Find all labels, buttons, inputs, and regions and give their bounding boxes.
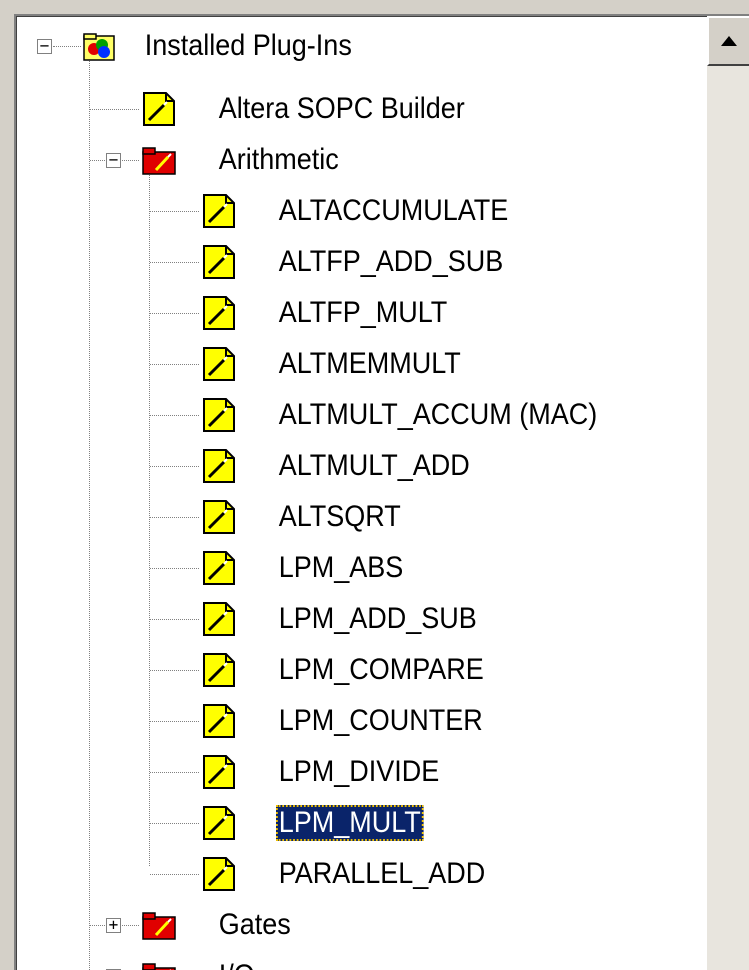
node-label-lpm-abs[interactable]: LPM_ABS	[276, 550, 406, 586]
wizard-document-icon	[203, 398, 235, 432]
scrollbar-track[interactable]	[707, 66, 749, 970]
scroll-up-button[interactable]	[707, 16, 749, 66]
node-label-arithmetic[interactable]: Arithmetic	[216, 142, 341, 178]
node-label-i-o[interactable]: I/O	[216, 958, 257, 970]
node-label-altmult-add[interactable]: ALTMULT_ADD	[276, 448, 472, 484]
wizard-folder-icon	[142, 147, 176, 175]
tree-line-lpm-counter	[150, 721, 199, 722]
node-label-altaccumulate[interactable]: ALTACCUMULATE	[276, 193, 511, 229]
wizard-document-icon	[203, 857, 235, 891]
expander-arithmetic[interactable]: −	[106, 152, 121, 168]
tree-line-lpm-abs	[150, 568, 199, 569]
tree-line-altsqrt	[150, 517, 199, 518]
wizard-document-icon	[203, 449, 235, 483]
wizard-document-icon	[203, 704, 235, 738]
tree-line-lpm-divide	[150, 772, 199, 773]
plugin-tree[interactable]: − Installed Plug-Ins Altera SOPC Builder…	[16, 16, 706, 970]
node-label-altmult-accum-mac[interactable]: ALTMULT_ACCUM (MAC)	[276, 397, 600, 433]
wizard-folder-icon	[142, 963, 176, 970]
node-label-lpm-mult[interactable]: LPM_MULT	[276, 805, 424, 841]
wizard-document-icon	[203, 347, 235, 381]
node-label-altera-sopc-builder[interactable]: Altera SOPC Builder	[216, 91, 468, 127]
node-label-lpm-divide[interactable]: LPM_DIVIDE	[276, 754, 442, 790]
node-label-altfp-mult[interactable]: ALTFP_MULT	[276, 295, 450, 331]
tree-line-lpm-add-sub	[150, 619, 199, 620]
node-label-altsqrt[interactable]: ALTSQRT	[276, 499, 403, 535]
tree-line-lpm-mult	[150, 823, 199, 824]
tree-line-arithmetic	[149, 160, 150, 866]
wizard-document-icon	[203, 755, 235, 789]
tree-line-altmemmult	[150, 364, 199, 365]
wizard-folder-icon	[142, 912, 176, 940]
tree-line-altera-sopc-builder	[90, 109, 139, 110]
plugin-folder-icon	[83, 33, 115, 61]
node-label-parallel-add[interactable]: PARALLEL_ADD	[276, 856, 488, 892]
wizard-document-icon	[203, 500, 235, 534]
tree-line-altfp-add-sub	[150, 262, 199, 263]
expander-gates[interactable]: +	[106, 917, 121, 933]
tree-line-altaccumulate	[150, 211, 199, 212]
plugin-tree-panel: − Installed Plug-Ins Altera SOPC Builder…	[14, 14, 749, 970]
wizard-document-icon	[203, 194, 235, 228]
tree-line-altmult-add	[150, 466, 199, 467]
tree-line-root	[89, 58, 90, 970]
wizard-document-icon	[203, 245, 235, 279]
tree-line-altmult-accum-mac	[150, 415, 199, 416]
node-label-lpm-add-sub[interactable]: LPM_ADD_SUB	[276, 601, 479, 637]
node-label-lpm-compare[interactable]: LPM_COMPARE	[276, 652, 486, 688]
tree-line-parallel-add	[150, 874, 199, 875]
node-label-altmemmult[interactable]: ALTMEMMULT	[276, 346, 463, 382]
node-label-gates[interactable]: Gates	[216, 907, 293, 943]
wizard-document-icon	[143, 92, 175, 126]
tree-line-root-stub	[53, 46, 81, 47]
scroll-up-arrow-icon	[721, 36, 737, 46]
wizard-document-icon	[203, 653, 235, 687]
wizard-document-icon	[203, 602, 235, 636]
wizard-document-icon	[203, 806, 235, 840]
tree-line-altfp-mult	[150, 313, 199, 314]
tree-line-lpm-compare	[150, 670, 199, 671]
node-label-installed-plug-ins[interactable]: Installed Plug-Ins	[142, 28, 355, 64]
node-label-lpm-counter[interactable]: LPM_COUNTER	[276, 703, 485, 739]
wizard-document-icon	[203, 551, 235, 585]
wizard-document-icon	[203, 296, 235, 330]
vertical-scrollbar[interactable]	[707, 16, 749, 970]
node-label-altfp-add-sub[interactable]: ALTFP_ADD_SUB	[276, 244, 506, 280]
expander-installed-plug-ins[interactable]: −	[37, 38, 52, 54]
